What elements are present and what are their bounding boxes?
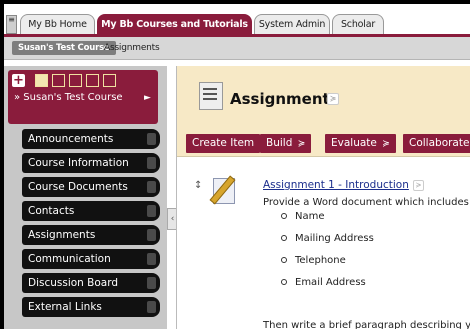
- item-followup-text: Then write a brief paragraph describing …: [263, 320, 470, 329]
- menu-view-icons: [35, 74, 116, 87]
- list-view-icon[interactable]: [35, 74, 48, 87]
- tabs-toggle-icon[interactable]: ≡: [6, 15, 17, 34]
- page-title: Assignments: [230, 90, 339, 108]
- evaluate-label: Evaluate: [331, 137, 377, 149]
- drag-handle-icon[interactable]: ↕: [194, 180, 202, 191]
- assignment-icon: [209, 174, 239, 206]
- sidebar-item-assignments[interactable]: Assignments: [22, 225, 160, 245]
- breadcrumb-course[interactable]: Susan's Test Course: [12, 41, 116, 55]
- content-header: Assignments ≽: [177, 66, 470, 126]
- course-menu-header: + » Susan's Test Course ►: [8, 70, 158, 124]
- evaluate-button[interactable]: Evaluate ≽: [325, 134, 396, 153]
- course-menu-arrow-icon[interactable]: ►: [144, 93, 151, 103]
- page-document-icon: [199, 82, 223, 110]
- detach-icon[interactable]: [86, 74, 99, 87]
- sidebar-item-discussion-board[interactable]: Discussion Board: [22, 273, 160, 293]
- sidebar-item-external-links[interactable]: External Links: [22, 297, 160, 317]
- item-options-chevron-icon[interactable]: ≽: [413, 180, 424, 191]
- list-item: Email Address: [281, 277, 366, 288]
- list-item-text: Name: [295, 211, 325, 222]
- build-button[interactable]: Build ≽: [260, 134, 312, 153]
- evaluate-chevron-icon: ≽: [382, 139, 390, 149]
- course-menu-list: Announcements Course Information Course …: [4, 129, 167, 321]
- bullet-icon: [281, 279, 287, 285]
- list-item: Name: [281, 211, 325, 222]
- bullet-icon: [281, 213, 287, 219]
- top-tab-bar: ≡ My Bb Home My Bb Courses and Tutorials…: [4, 4, 470, 37]
- folder-view-icon[interactable]: [52, 74, 65, 87]
- course-title[interactable]: » Susan's Test Course: [14, 92, 132, 104]
- action-bar: Create Item Build ≽ Evaluate ≽ Collabora…: [177, 126, 470, 157]
- sidebar-item-communication[interactable]: Communication: [22, 249, 160, 269]
- sidebar-item-course-information[interactable]: Course Information: [22, 153, 160, 173]
- create-item-label: Create Item: [192, 137, 255, 149]
- title-options-chevron-icon[interactable]: ≽: [327, 93, 339, 105]
- refresh-icon[interactable]: [69, 74, 82, 87]
- tab-system-admin[interactable]: System Admin: [254, 14, 330, 34]
- browser-frame: ≡ My Bb Home My Bb Courses and Tutorials…: [4, 4, 470, 329]
- add-menu-item-button[interactable]: +: [12, 74, 25, 87]
- collaborate-label: Collaborate: [409, 137, 470, 149]
- content-item: ↕ Assignment 1 - Introduction ≽ Provide …: [177, 157, 470, 329]
- list-item: Mailing Address: [281, 233, 374, 244]
- breadcrumb: Susan's Test Course Assignments: [4, 37, 470, 60]
- list-item-text: Email Address: [295, 277, 366, 288]
- bullet-icon: [281, 235, 287, 241]
- list-item: Telephone: [281, 255, 346, 266]
- create-item-button[interactable]: Create Item: [186, 134, 261, 153]
- list-item-text: Telephone: [295, 255, 346, 266]
- list-item-text: Mailing Address: [295, 233, 374, 244]
- tab-my-bb-home[interactable]: My Bb Home: [20, 14, 95, 34]
- sidebar-item-contacts[interactable]: Contacts: [22, 201, 160, 221]
- sidebar-item-announcements[interactable]: Announcements: [22, 129, 160, 149]
- breadcrumb-current-page: Assignments: [104, 43, 160, 53]
- tab-scholar[interactable]: Scholar: [332, 14, 384, 34]
- build-chevron-icon: ≽: [297, 139, 306, 149]
- assignment-title-link[interactable]: Assignment 1 - Introduction: [263, 179, 409, 191]
- tab-my-bb-courses[interactable]: My Bb Courses and Tutorials: [97, 14, 252, 34]
- sidebar-item-course-documents[interactable]: Course Documents: [22, 177, 160, 197]
- bullet-icon: [281, 257, 287, 263]
- item-description: Provide a Word document which includes t…: [263, 197, 470, 208]
- course-menu-sidebar: + » Susan's Test Course ► Announcements …: [4, 66, 167, 329]
- collaborate-button[interactable]: Collaborate: [403, 134, 470, 153]
- build-label: Build: [266, 137, 293, 149]
- content-area: Assignments ≽ Create Item Build ≽ Evalua…: [176, 66, 470, 329]
- window-icon[interactable]: [103, 74, 116, 87]
